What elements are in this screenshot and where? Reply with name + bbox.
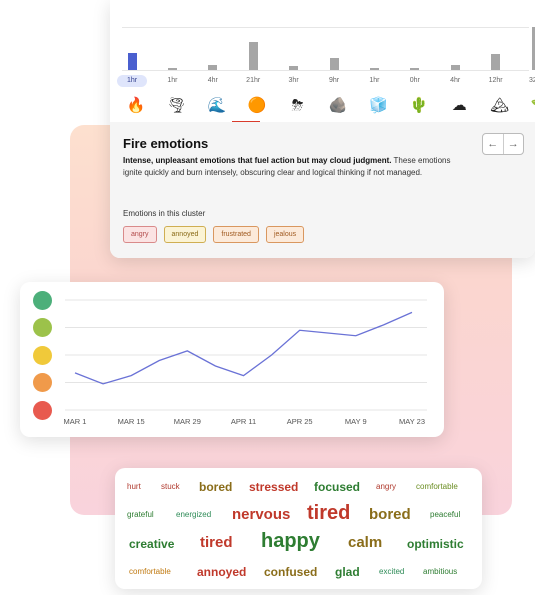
cloud-word[interactable]: focused [314, 480, 360, 494]
cloud-word[interactable]: stressed [249, 480, 298, 494]
mood-line-chart-card: MAR 1 MAR 15 MAR 29 APR 11 APR 25 MAY 9 MAY 23 [20, 282, 444, 437]
x-tick-label: MAY 23 [399, 417, 425, 426]
cluster-description-bold: Intense, unpleasant emotions that fuel a… [123, 156, 392, 165]
emotion-chip[interactable]: jealous [265, 226, 305, 243]
hour-bar[interactable] [369, 68, 379, 70]
emotion-chip[interactable]: annoyed [163, 226, 207, 243]
cluster-description: Intense, unpleasant emotions that fuel a… [123, 155, 458, 179]
cloud-icon[interactable]: ☁ [449, 96, 469, 116]
cluster-emotions-label: Emotions in this cluster [123, 209, 206, 218]
cluster-title: Fire emotions [123, 136, 209, 151]
cloud-word[interactable]: angry [376, 482, 396, 491]
mountain-icon[interactable]: 🏔 [490, 96, 510, 116]
emotion-chip[interactable]: angry [123, 226, 157, 243]
cloud-word[interactable]: tired [307, 502, 350, 525]
cloud-word[interactable]: confused [264, 565, 317, 579]
cloud-word[interactable]: creative [129, 537, 174, 551]
cluster-detail-panel: Fire emotions ← → Intense, unpleasant em… [110, 122, 535, 258]
fire-icon[interactable]: 🔥 [126, 96, 146, 116]
next-arrow-icon[interactable]: → [502, 134, 524, 154]
hour-bar[interactable] [127, 52, 137, 70]
cloud-word[interactable]: excited [379, 567, 404, 576]
emotion-cluster-card: 1hr 1hr 4hr 21hr 3hr 9hr 1hr 0hr 4hr 12hr 32hr 🔥 🌪 🌊… [110, 0, 535, 258]
cactus-icon[interactable]: 🌵 [409, 96, 429, 116]
storm-icon[interactable]: ⛈ [288, 96, 308, 116]
x-tick-label: MAR 15 [118, 417, 145, 426]
cloud-word[interactable]: calm [348, 534, 382, 551]
x-tick-label: APR 11 [231, 417, 256, 426]
wave-icon[interactable]: 🌊 [207, 96, 227, 116]
hour-bar[interactable] [329, 57, 339, 70]
hour-bar[interactable] [289, 65, 299, 70]
x-tick-label: MAR 29 [174, 417, 201, 426]
cluster-nav: ← → [482, 133, 524, 155]
hour-bar-label: 4hr [207, 77, 218, 84]
cloud-word[interactable]: bored [369, 506, 411, 523]
tornado-icon[interactable]: 🌪 [166, 96, 186, 116]
hour-bar-label: 1hr [369, 77, 380, 84]
hour-bar-label: 4hr [450, 77, 461, 84]
cloud-word[interactable]: glad [335, 565, 360, 579]
hour-bar[interactable] [208, 64, 218, 70]
hour-bar-label: 1hr [167, 77, 178, 84]
hour-bar-label: 9hr [328, 77, 340, 84]
hour-bar[interactable] [491, 53, 501, 70]
rock-icon[interactable]: 🪨 [328, 96, 348, 116]
x-tick-label: MAY 9 [345, 417, 367, 426]
cloud-word[interactable]: comfortable [416, 482, 458, 491]
emotion-chip[interactable]: frustrated [213, 226, 259, 243]
cloud-word[interactable]: energized [176, 510, 211, 519]
hour-bar-label: 12hr [488, 77, 503, 84]
emotion-chips: angry annoyed frustrated jealous [123, 226, 305, 243]
cloud-word[interactable]: happy [261, 530, 320, 553]
ice-icon[interactable]: 🧊 [368, 96, 388, 116]
cloud-word[interactable]: tired [200, 534, 233, 551]
cloud-word[interactable]: annoyed [197, 565, 246, 579]
grid-line [122, 27, 529, 28]
cloud-word[interactable]: optimistic [407, 537, 464, 551]
hour-bar-label: 0hr [409, 77, 420, 84]
hour-bar[interactable] [167, 68, 177, 70]
cloud-word[interactable]: peaceful [430, 510, 460, 519]
sprout-icon[interactable]: 🌱 [530, 96, 535, 116]
cloud-word[interactable]: bored [199, 480, 232, 494]
cloud-word[interactable]: hurt [127, 482, 141, 491]
emotion-word-cloud: hurt stuck bored stressed focused angry comfor… [115, 468, 482, 589]
cloud-word[interactable]: ambitious [423, 567, 457, 576]
x-tick-label: APR 25 [287, 417, 313, 426]
hour-bar[interactable] [248, 41, 258, 70]
cloud-word[interactable]: comfortable [129, 567, 171, 576]
hour-bar-label: 3hr [288, 77, 299, 84]
hour-bar[interactable] [531, 27, 535, 70]
cloud-word[interactable]: grateful [127, 510, 154, 519]
cloud-word[interactable]: stuck [161, 482, 180, 491]
hour-bar-label: 32hr [528, 77, 535, 84]
prev-arrow-icon[interactable]: ← [483, 134, 503, 154]
hour-bar-label: 1hr [117, 75, 147, 87]
mood-line-chart: MAR 1 MAR 15 MAR 29 APR 11 APR 25 MAY 9 MAY 23 [64, 299, 427, 426]
hour-bar[interactable] [410, 68, 420, 70]
mood-series-line [74, 311, 413, 385]
sun-icon[interactable]: 🟠 [247, 96, 267, 116]
baseline [122, 70, 529, 71]
cloud-word[interactable]: nervous [232, 506, 290, 523]
x-tick-label: MAR 1 [64, 417, 87, 426]
hour-bar[interactable] [450, 64, 460, 70]
hour-bar-label: 21hr [246, 77, 261, 84]
